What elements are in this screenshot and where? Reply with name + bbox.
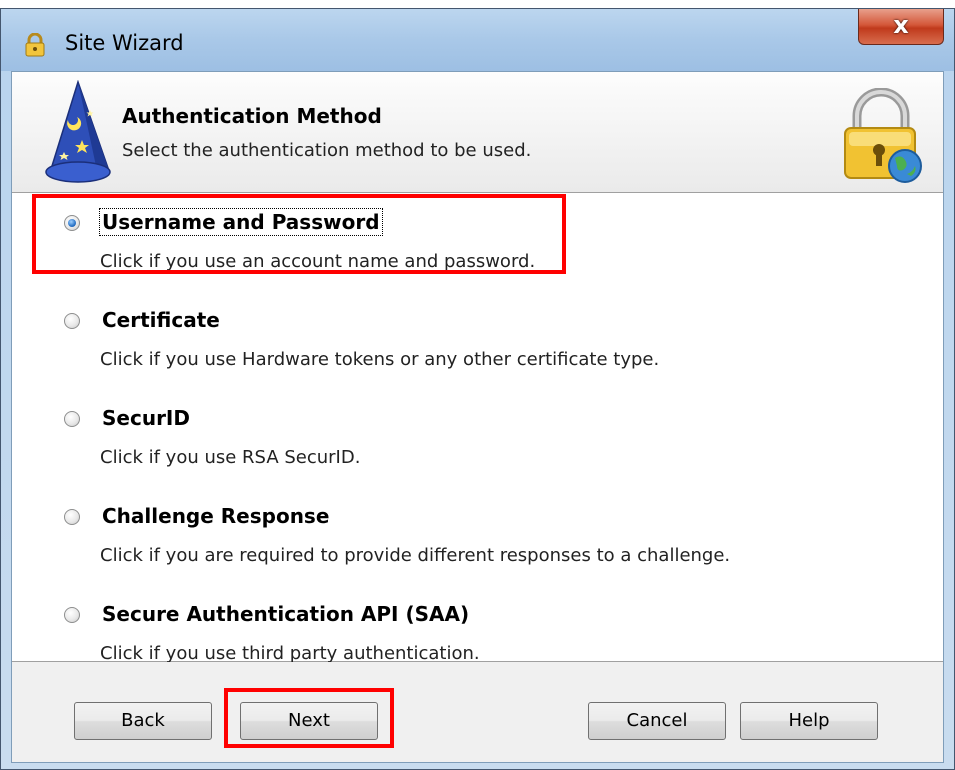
authentication-options: Username and Password Click if you use a… (12, 193, 943, 664)
wizard-header: Authentication Method Select the authent… (12, 72, 943, 193)
option-description: Click if you use Hardware tokens or any … (100, 349, 660, 370)
next-button[interactable]: Next (240, 702, 378, 740)
option-description: Click if you use an account name and pas… (100, 251, 536, 272)
radio-saa[interactable] (64, 607, 80, 623)
radio-securid[interactable] (64, 411, 80, 427)
help-button[interactable]: Help (740, 702, 878, 740)
cancel-button[interactable]: Cancel (588, 702, 726, 740)
option-label[interactable]: SecurID (100, 405, 192, 431)
option-label[interactable]: Certificate (100, 307, 222, 333)
option-challenge-response[interactable]: Challenge Response Click if you are requ… (12, 501, 943, 581)
option-certificate[interactable]: Certificate Click if you use Hardware to… (12, 305, 943, 385)
site-wizard-window: Site Wizard x Authentication Method Sele… (0, 8, 955, 770)
window-title: Site Wizard (65, 31, 184, 55)
option-username-password[interactable]: Username and Password Click if you use a… (12, 207, 943, 287)
option-label[interactable]: Challenge Response (100, 503, 331, 529)
wizard-hat-icon (45, 80, 111, 183)
header-subtitle: Select the authentication method to be u… (122, 140, 532, 161)
close-icon: x (893, 11, 909, 39)
option-description: Click if you use RSA SecurID. (100, 447, 361, 468)
radio-certificate[interactable] (64, 313, 80, 329)
option-description: Click if you are required to provide dif… (100, 545, 731, 566)
option-label[interactable]: Secure Authentication API (SAA) (100, 601, 471, 627)
radio-username-password[interactable] (64, 215, 80, 231)
lock-globe-icon (844, 88, 922, 183)
wizard-footer: Back Next Cancel Help (12, 662, 943, 762)
title-bar[interactable]: Site Wizard x (1, 9, 954, 71)
header-title: Authentication Method (122, 104, 382, 128)
lock-icon (25, 33, 45, 57)
option-securid[interactable]: SecurID Click if you use RSA SecurID. (12, 403, 943, 483)
back-button[interactable]: Back (74, 702, 212, 740)
wizard-client-area: Authentication Method Select the authent… (11, 71, 944, 763)
radio-challenge-response[interactable] (64, 509, 80, 525)
option-description: Click if you use third party authenticat… (100, 643, 480, 664)
close-button[interactable]: x (858, 9, 944, 45)
option-label[interactable]: Username and Password (99, 208, 383, 236)
